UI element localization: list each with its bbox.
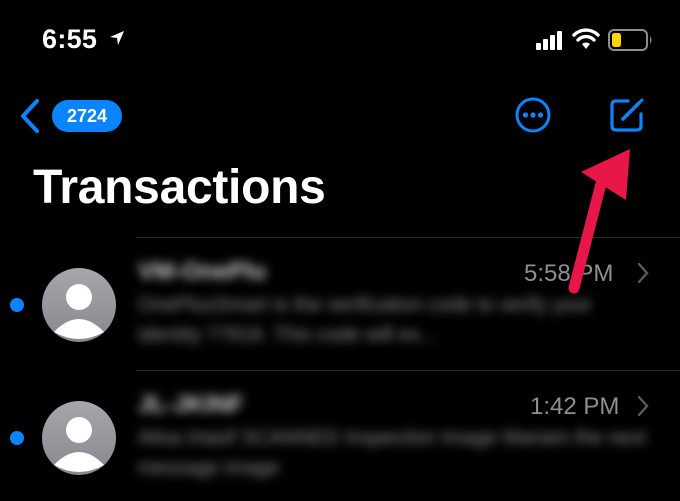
message-sender: VM-OnePlu: [138, 258, 267, 285]
compose-icon[interactable]: [606, 94, 648, 136]
wifi-icon: [572, 28, 600, 49]
chevron-right-icon: [637, 262, 649, 284]
message-time: 5:58 PM: [524, 260, 614, 287]
message-preview: Alisa Irtasif SCANNED Inspection Image M…: [138, 427, 646, 479]
back-chevron-icon[interactable]: [18, 98, 42, 134]
message-preview: OnePlusSmart is the verification code to…: [138, 294, 592, 346]
battery-low-icon: [608, 29, 652, 51]
message-row[interactable]: JL-JKINF 1:42 PM Alisa Irtasif SCANNED I…: [0, 371, 680, 501]
unread-indicator: [10, 298, 24, 312]
avatar: [42, 401, 116, 475]
status-time: 6:55: [42, 24, 98, 54]
person-icon: [54, 417, 104, 472]
location-arrow-icon: [110, 31, 124, 45]
chevron-right-icon: [637, 395, 649, 417]
avatar: [42, 268, 116, 342]
navigation-bar: 2724: [0, 90, 680, 142]
person-icon: [54, 284, 104, 339]
status-bar: 6:55: [0, 0, 680, 80]
ellipsis-circle-icon[interactable]: [514, 96, 552, 134]
back-count-badge[interactable]: 2724: [52, 100, 122, 132]
message-sender: JL-JKINF: [138, 391, 244, 418]
cellular-signal-icon: [536, 31, 562, 50]
page-title: Transactions: [33, 161, 326, 214]
message-time: 1:42 PM: [530, 393, 620, 420]
unread-indicator: [10, 431, 24, 445]
message-row[interactable]: VM-OnePlu 5:58 PM OnePlusSmart is the ve…: [0, 238, 680, 368]
